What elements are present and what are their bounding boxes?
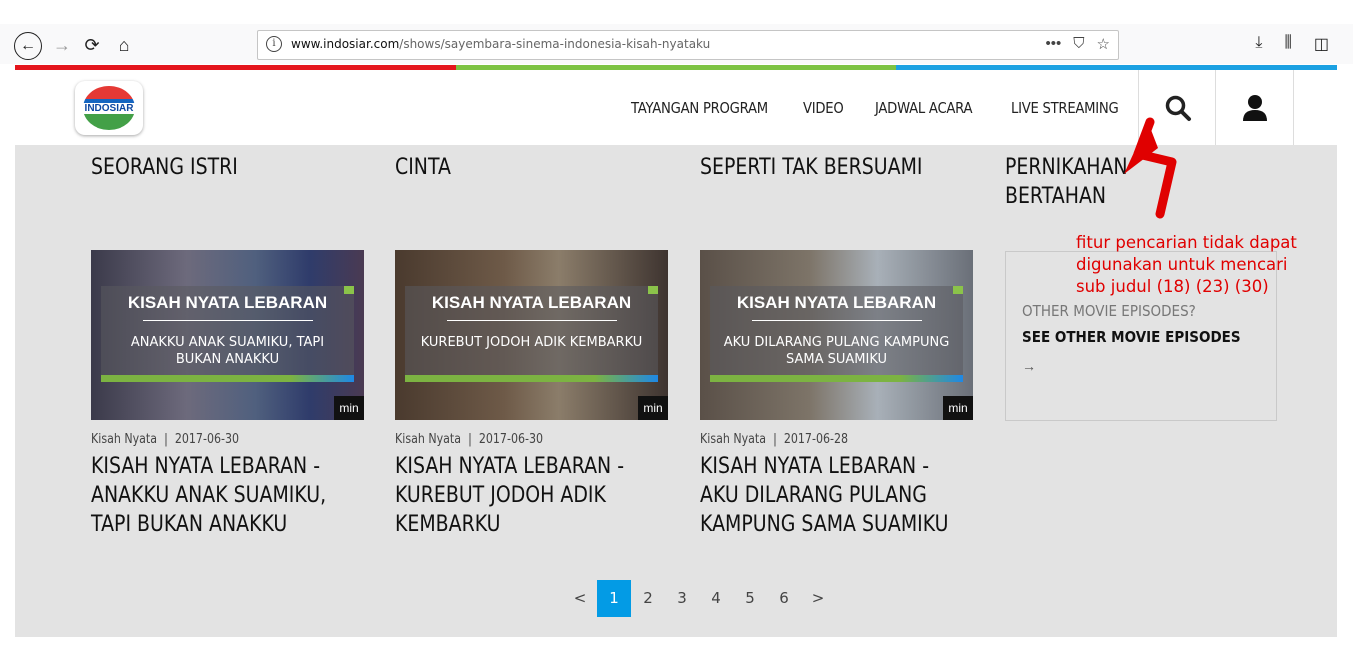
browser-toolbar: ← → ⟳ ⌂ i www.indosiar.com/shows/sayemba… <box>0 24 1353 64</box>
user-account-button[interactable] <box>1215 70 1294 145</box>
nav-live-streaming[interactable]: LIVE STREAMING <box>1011 99 1119 117</box>
indosiar-logo[interactable]: INDOSIAR <box>75 81 143 135</box>
episode-meta: Kisah Nyata | 2017-06-28 <box>700 432 849 447</box>
episode-date: 2017-06-30 <box>478 432 544 447</box>
thumbnail-title: KISAH NYATA LEBARAN <box>431 293 632 312</box>
episode-card[interactable]: KISAH NYATA LEBARAN AKU DILARANG PULANG … <box>700 250 973 539</box>
page-5-button[interactable]: 5 <box>733 580 767 617</box>
other-episodes-question: OTHER MOVIE EPISODES? <box>1022 302 1196 320</box>
page-actions-icon[interactable]: ••• <box>1046 35 1062 53</box>
prev-row-title[interactable]: SEPERTI TAK BERSUAMI <box>700 153 922 182</box>
prev-row-title[interactable]: CINTA <box>395 153 451 182</box>
forward-button[interactable]: → <box>50 33 74 57</box>
annotation-arrow-icon <box>1124 117 1177 219</box>
thumbnail-title: KISAH NYATA LEBARAN <box>127 293 328 312</box>
thumbnail-subtitle: ANAKKU ANAK SUAMIKU, TAPI BUKAN ANAKKU <box>130 335 325 367</box>
prev-row-title[interactable]: BERTAHAN <box>1005 182 1106 211</box>
see-other-episodes-link[interactable]: SEE OTHER MOVIE EPISODES <box>1022 328 1241 346</box>
url-text[interactable]: www.indosiar.com/shows/sayembara-sinema-… <box>291 37 710 51</box>
nav-jadwal-acara[interactable]: JADWAL ACARA <box>875 99 973 117</box>
back-button[interactable]: ← <box>14 32 42 60</box>
thumbnail-title: KISAH NYATA LEBARAN <box>736 293 937 312</box>
nav-video[interactable]: VIDEO <box>803 99 844 117</box>
page-1-button[interactable]: 1 <box>597 580 631 617</box>
episode-thumbnail[interactable]: KISAH NYATA LEBARAN ANAKKU ANAK SUAMIKU,… <box>91 250 364 420</box>
nav-tayangan-program[interactable]: TAYANGAN PROGRAM <box>631 99 768 117</box>
episode-thumbnail[interactable]: KISAH NYATA LEBARAN AKU DILARANG PULANG … <box>700 250 973 420</box>
user-icon <box>1242 94 1267 121</box>
reload-button[interactable]: ⟳ <box>80 33 104 57</box>
episode-meta: Kisah Nyata | 2017-06-30 <box>91 432 240 447</box>
arrow-right-icon[interactable]: → <box>1022 358 1036 374</box>
episode-meta: Kisah Nyata | 2017-06-30 <box>395 432 544 447</box>
page-2-button[interactable]: 2 <box>631 580 665 617</box>
episode-title[interactable]: KISAH NYATA LEBARAN - AKU DILARANG PULANG… <box>700 452 948 539</box>
annotation-note: fitur pencarian tidak dapat digunakan un… <box>1076 233 1297 296</box>
episode-card[interactable]: KISAH NYATA LEBARAN ANAKKU ANAK SUAMIKU,… <box>91 250 364 539</box>
episode-title[interactable]: KISAH NYATA LEBARAN - KUREBUT JODOH ADIK K… <box>395 452 630 539</box>
duration-badge: min <box>334 396 364 420</box>
library-icon[interactable]: ⫼ <box>1285 34 1292 54</box>
page-4-button[interactable]: 4 <box>699 580 733 617</box>
address-bar[interactable]: i www.indosiar.com/shows/sayembara-sinem… <box>257 30 1119 60</box>
bookmark-star-icon[interactable]: ☆ <box>1097 35 1110 53</box>
episode-category[interactable]: Kisah Nyata <box>700 432 766 447</box>
pocket-icon[interactable]: ⛉ <box>1073 35 1084 53</box>
prev-page-button[interactable]: < <box>563 580 597 617</box>
download-icon[interactable]: ⤓ <box>1255 34 1262 54</box>
thumbnail-subtitle: KUREBUT JODOH ADIK KEMBARKU <box>420 335 643 350</box>
sidebar-icon[interactable]: ◫ <box>1314 34 1329 54</box>
site-info-icon[interactable]: i <box>266 36 282 52</box>
next-page-button[interactable]: > <box>801 580 835 617</box>
episode-card[interactable]: KISAH NYATA LEBARAN KUREBUT JODOH ADIK K… <box>395 250 668 539</box>
episode-thumbnail[interactable]: KISAH NYATA LEBARAN KUREBUT JODOH ADIK K… <box>395 250 668 420</box>
episode-title[interactable]: KISAH NYATA LEBARAN - ANAKKU ANAK SUAMIKU… <box>91 452 326 539</box>
page-3-button[interactable]: 3 <box>665 580 699 617</box>
thumbnail-subtitle: AKU DILARANG PULANG KAMPUNG SAMA SUAMIKU <box>723 335 950 367</box>
episode-category[interactable]: Kisah Nyata <box>395 432 461 447</box>
pagination: < 1 2 3 4 5 6 > <box>563 580 835 617</box>
page-6-button[interactable]: 6 <box>767 580 801 617</box>
prev-row-title[interactable]: SEORANG ISTRI <box>91 153 238 182</box>
episode-date: 2017-06-28 <box>783 432 849 447</box>
duration-badge: min <box>638 396 668 420</box>
home-button[interactable]: ⌂ <box>112 33 136 57</box>
episode-category[interactable]: Kisah Nyata <box>91 432 157 447</box>
episode-date: 2017-06-30 <box>174 432 240 447</box>
duration-badge: min <box>943 396 973 420</box>
